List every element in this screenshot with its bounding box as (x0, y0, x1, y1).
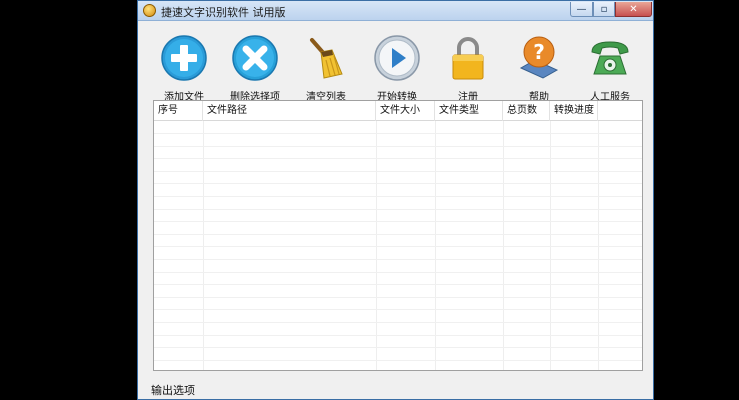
row-divider (154, 146, 642, 147)
start-convert-button[interactable]: 开始转换 (361, 30, 433, 103)
broom-icon (310, 38, 343, 79)
row-divider (154, 133, 642, 134)
row-divider (154, 259, 642, 260)
row-divider (154, 360, 642, 361)
lock-icon (452, 37, 484, 80)
row-divider (154, 158, 642, 159)
row-divider (154, 347, 642, 348)
title-bar[interactable]: 捷速文字识别软件 试用版 — ▫ ✕ (138, 1, 653, 21)
maximize-button[interactable]: ▫ (593, 2, 615, 17)
row-divider (154, 246, 642, 247)
column-header-index[interactable]: 序号 (154, 101, 203, 121)
row-divider (154, 335, 642, 336)
help-button[interactable]: ? 帮助 (503, 30, 575, 103)
help-book-icon: ? (519, 36, 559, 79)
telephone-icon (591, 41, 629, 75)
clear-list-button[interactable]: 清空列表 (290, 30, 362, 103)
column-header-file-path[interactable]: 文件路径 (203, 101, 376, 121)
plus-circle-icon (161, 35, 207, 81)
minimize-button[interactable]: — (570, 2, 593, 17)
row-divider (154, 234, 642, 235)
row-divider (154, 209, 642, 210)
file-list-table[interactable]: 序号 文件路径 文件大小 文件类型 总页数 转换进度 (153, 100, 643, 371)
delete-selected-button[interactable]: 删除选择项 (219, 30, 291, 103)
customer-service-button[interactable]: 人工服务 (574, 30, 646, 103)
column-header-file-size[interactable]: 文件大小 (376, 101, 435, 121)
row-divider (154, 183, 642, 184)
row-divider (154, 322, 642, 323)
column-header-page-count[interactable]: 总页数 (503, 101, 550, 121)
column-header-progress[interactable]: 转换进度 (550, 101, 598, 121)
add-file-button[interactable]: 添加文件 (148, 30, 220, 103)
app-window: 捷速文字识别软件 试用版 — ▫ ✕ 添加文件 删除选择项 清空列表 开始转换 … (137, 0, 654, 400)
row-divider (154, 297, 642, 298)
row-divider (154, 196, 642, 197)
register-button[interactable]: 注册 (432, 30, 504, 103)
row-divider (154, 284, 642, 285)
app-logo-icon (143, 4, 156, 17)
svg-text:?: ? (533, 40, 545, 64)
x-circle-icon (232, 35, 278, 81)
play-icon (374, 35, 420, 81)
row-divider (154, 221, 642, 222)
table-header: 序号 文件路径 文件大小 文件类型 总页数 转换进度 (154, 101, 642, 121)
close-button[interactable]: ✕ (615, 2, 652, 17)
row-divider (154, 309, 642, 310)
row-divider (154, 171, 642, 172)
row-divider (154, 272, 642, 273)
column-header-file-type[interactable]: 文件类型 (435, 101, 503, 121)
output-options-label: 输出选项 (151, 384, 195, 397)
toolbar: 添加文件 删除选择项 清空列表 开始转换 注册 ? 帮助 人工服务 (138, 22, 653, 103)
window-title: 捷速文字识别软件 试用版 (161, 6, 286, 19)
